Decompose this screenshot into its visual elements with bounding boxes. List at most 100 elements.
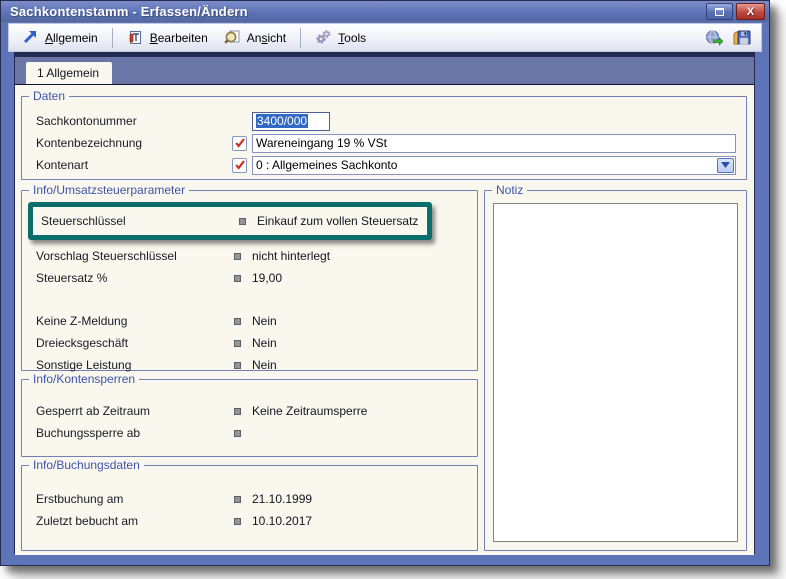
zuletzt-bebucht-label: Zuletzt bebucht am	[36, 514, 234, 528]
red-check-icon[interactable]	[232, 158, 247, 173]
toolbar: Allgemein Bearbeiten A	[8, 23, 762, 52]
vorschlag-label: Vorschlag Steuerschlüssel	[36, 249, 234, 263]
group-buchungsdaten: Info/Buchungsdaten Erstbuchung am 21.10.…	[21, 465, 478, 551]
group-umsatzsteuer: Info/Umsatzsteuerparameter Steuerschlüss…	[21, 190, 478, 371]
group-kontensperren-legend: Info/Kontensperren	[29, 372, 139, 386]
sachkontonummer-value: 3400/000	[256, 114, 308, 128]
menu-bearbeiten-label: Bearbeiten	[150, 31, 208, 45]
content-area: 1 Allgemein Daten Sachkontonummer 3400/0…	[14, 52, 755, 554]
notiz-textarea[interactable]	[493, 203, 738, 542]
toolbar-separator	[300, 28, 301, 48]
square-bullet-icon	[234, 275, 241, 282]
app-window: Sachkontenstamm - Erfassen/Ändern X Allg…	[0, 0, 770, 566]
zuletzt-bebucht-value: 10.10.2017	[252, 514, 312, 528]
kontenart-label: Kontenart	[36, 158, 232, 172]
menu-ansicht-label: Ansicht	[247, 31, 286, 45]
group-daten: Daten Sachkontonummer 3400/000 Kontenbez…	[21, 96, 747, 180]
square-bullet-icon	[234, 362, 241, 369]
square-bullet-icon	[234, 253, 241, 260]
highlight-annotation-box: Steuerschlüssel Einkauf zum vollen Steue…	[28, 202, 432, 240]
steuersatz-label: Steuersatz %	[36, 271, 234, 285]
erstbuchung-label: Erstbuchung am	[36, 492, 234, 506]
toolbar-separator	[112, 28, 113, 48]
square-bullet-icon	[239, 218, 246, 225]
row-steuerschluessel: Steuerschlüssel Einkauf zum vollen Steue…	[41, 210, 427, 232]
buchungssperre-label: Buchungssperre ab	[36, 426, 234, 440]
globe-green-arrow-icon[interactable]	[705, 29, 723, 47]
dreiecksgeschaeft-value: Nein	[252, 336, 277, 350]
row-vorschlag-steuerschluessel: Vorschlag Steuerschlüssel nicht hinterle…	[36, 245, 471, 267]
menu-allgemein-label: Allgemein	[45, 31, 98, 45]
row-spacer	[36, 289, 471, 310]
row-buchungssperre: Buchungssperre ab	[36, 422, 471, 444]
close-button[interactable]: X	[736, 3, 765, 20]
row-sachkontonummer: Sachkontonummer 3400/000	[36, 110, 736, 132]
row-dreiecksgeschaeft: Dreiecksgeschäft Nein	[36, 332, 471, 354]
group-kontensperren: Info/Kontensperren Gesperrt ab Zeitraum …	[21, 379, 478, 457]
menu-bearbeiten[interactable]: Bearbeiten	[120, 26, 215, 50]
row-gesperrt-ab: Gesperrt ab Zeitraum Keine Zeitraumsperr…	[36, 400, 471, 422]
row-kontenbezeichnung: Kontenbezeichnung Wareneingang 19 % VSt	[36, 132, 736, 154]
save-floppy-icon[interactable]	[733, 29, 751, 47]
sachkontonummer-label: Sachkontonummer	[36, 114, 232, 128]
menu-allgemein[interactable]: Allgemein	[15, 26, 105, 50]
square-bullet-icon	[234, 496, 241, 503]
gesperrt-ab-value: Keine Zeitraumsperre	[252, 404, 367, 418]
erstbuchung-value: 21.10.1999	[252, 492, 312, 506]
group-notiz: Notiz	[484, 190, 747, 551]
row-steuersatz: Steuersatz % 19,00	[36, 267, 471, 289]
kontenbezeichnung-input[interactable]: Wareneingang 19 % VSt	[252, 134, 736, 153]
group-umsatzsteuer-legend: Info/Umsatzsteuerparameter	[29, 183, 189, 197]
left-column: Info/Umsatzsteuerparameter Steuerschlüss…	[21, 190, 478, 551]
kontenbezeichnung-label: Kontenbezeichnung	[36, 136, 232, 150]
sonstige-leistung-value: Nein	[252, 358, 277, 372]
window-title: Sachkontenstamm - Erfassen/Ändern	[10, 4, 703, 19]
steuersatz-value: 19,00	[252, 271, 282, 285]
square-bullet-icon	[234, 518, 241, 525]
row-keine-z-meldung: Keine Z-Meldung Nein	[36, 310, 471, 332]
close-icon: X	[747, 6, 754, 18]
group-daten-legend: Daten	[29, 89, 69, 103]
row-kontenart: Kontenart 0 : Allgemeines Sachkonto	[36, 154, 736, 176]
right-column: Notiz	[484, 190, 747, 551]
kontenart-value: 0 : Allgemeines Sachkonto	[256, 158, 397, 172]
gears-icon	[315, 29, 333, 47]
kontenart-checkbox-cell	[232, 158, 252, 173]
menu-ansicht[interactable]: Ansicht	[217, 26, 293, 50]
chevron-down-icon[interactable]	[717, 158, 734, 173]
vorschlag-value: nicht hinterlegt	[252, 249, 330, 263]
toolbar-right-icons	[705, 29, 755, 47]
square-bullet-icon	[234, 430, 241, 437]
main-panel: Daten Sachkontonummer 3400/000 Kontenbez…	[15, 84, 754, 555]
sachkontonummer-input[interactable]: 3400/000	[252, 112, 330, 131]
edit-document-icon	[127, 29, 145, 47]
kontenbezeichnung-checkbox-cell	[232, 136, 252, 151]
titlebar: Sachkontenstamm - Erfassen/Ändern X	[1, 1, 769, 22]
tab-row: 1 Allgemein	[15, 57, 754, 84]
restore-button[interactable]	[706, 3, 733, 20]
group-notiz-legend: Notiz	[492, 183, 527, 197]
kontenbezeichnung-value: Wareneingang 19 % VSt	[256, 136, 387, 150]
z-meldung-label: Keine Z-Meldung	[36, 314, 234, 328]
red-check-icon[interactable]	[232, 136, 247, 151]
menu-tools[interactable]: Tools	[308, 26, 373, 50]
group-buchungsdaten-legend: Info/Buchungsdaten	[29, 458, 144, 472]
row-zuletzt-bebucht: Zuletzt bebucht am 10.10.2017	[36, 510, 471, 532]
z-meldung-value: Nein	[252, 314, 277, 328]
square-bullet-icon	[234, 408, 241, 415]
panel-columns: Info/Umsatzsteuerparameter Steuerschlüss…	[21, 190, 747, 551]
magnifier-document-icon	[224, 29, 242, 47]
square-bullet-icon	[234, 340, 241, 347]
restore-icon	[715, 8, 724, 16]
menu-tools-label: Tools	[338, 31, 366, 45]
sonstige-leistung-label: Sonstige Leistung	[36, 358, 234, 372]
kontenart-dropdown[interactable]: 0 : Allgemeines Sachkonto	[252, 156, 736, 175]
tab-allgemein[interactable]: 1 Allgemein	[26, 62, 112, 86]
steuerschluessel-value: Einkauf zum vollen Steuersatz	[257, 214, 418, 228]
steuerschluessel-label: Steuerschlüssel	[41, 214, 239, 228]
gesperrt-ab-label: Gesperrt ab Zeitraum	[36, 404, 234, 418]
square-bullet-icon	[234, 318, 241, 325]
dreiecksgeschaeft-label: Dreiecksgeschäft	[36, 336, 234, 350]
arrow-up-right-icon	[22, 29, 40, 47]
row-erstbuchung: Erstbuchung am 21.10.1999	[36, 488, 471, 510]
